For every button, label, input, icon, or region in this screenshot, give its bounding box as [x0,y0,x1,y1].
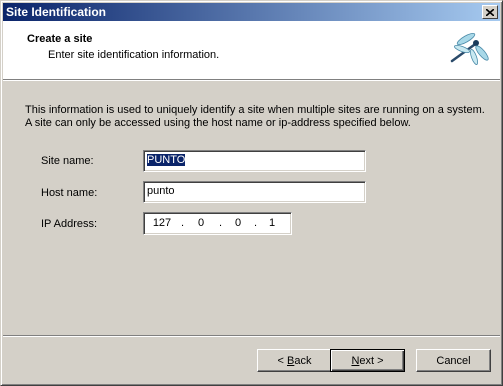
ip-address-input[interactable]: 127 . 0 . 0 . 1 [143,212,292,235]
ip-octet-2[interactable]: 0 [189,217,213,229]
host-name-value: punto [147,185,175,197]
ip-dot-1: . [181,217,185,229]
close-icon [486,8,494,16]
host-name-input[interactable]: punto [143,181,366,203]
dragonfly-icon [450,32,489,65]
site-name-label: Site name: [41,155,94,167]
window-title: Site Identification [6,5,107,19]
dialog-window: Site Identification Create a site Enter … [0,0,503,386]
header-subtitle: Enter site identification information. [48,49,220,61]
header-title: Create a site [27,33,93,45]
footer-divider [3,335,500,337]
host-name-label: Host name: [41,187,98,199]
ip-octet-1[interactable]: 127 [150,217,174,229]
site-name-input[interactable]: PUNTO [143,150,366,172]
back-button-mnemonic: B [287,354,295,367]
intro-text: This information is used to uniquely ide… [25,104,485,129]
back-button-prefix: < [277,354,287,367]
ip-address-label: IP Address: [41,218,98,230]
wizard-header: Create a site Enter site identification … [3,21,500,79]
ip-octet-3[interactable]: 0 [226,217,250,229]
cancel-button[interactable]: Cancel [416,349,491,372]
next-button-mnemonic: N [351,354,360,367]
ip-dot-3: . [254,217,258,229]
site-name-value: PUNTO [147,154,186,166]
next-button-rest: ext > [359,354,384,367]
back-button[interactable]: < Back [257,349,332,372]
header-divider [3,79,500,81]
ip-octet-4[interactable]: 1 [260,217,284,229]
ip-dot-2: . [219,217,223,229]
close-button[interactable] [482,5,498,19]
title-bar[interactable]: Site Identification [3,3,500,21]
next-button[interactable]: Next > [330,349,405,372]
back-button-rest: ack [294,354,312,367]
